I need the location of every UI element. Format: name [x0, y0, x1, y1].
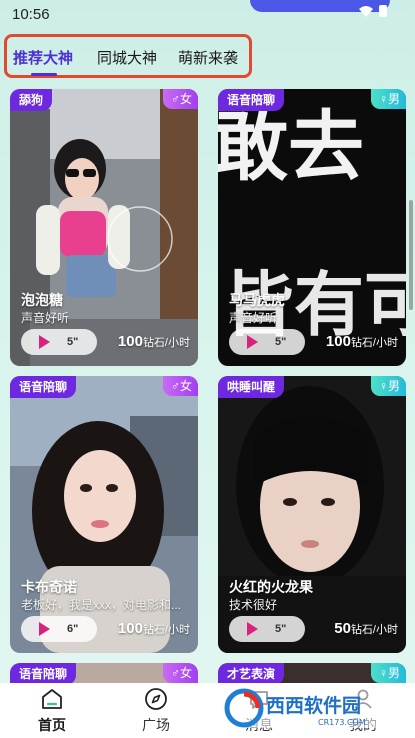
host-name: 马马虎虎: [229, 292, 285, 308]
tab-newcomers[interactable]: 萌新来袭: [178, 47, 238, 68]
gender-badge: ♂女: [162, 89, 198, 109]
gender-badge: ♀男: [370, 89, 406, 109]
host-name: 卡布奇诺: [21, 579, 77, 595]
category-tabs: 推荐大神 同城大神 萌新来袭: [4, 34, 252, 78]
watermark-logo: 西西软件园 CR173.COM: [222, 688, 398, 728]
play-icon: [247, 622, 258, 636]
gender-badge: ♀男: [370, 663, 406, 683]
home-icon: [42, 689, 62, 709]
gender-badge: ♂女: [162, 663, 198, 683]
gender-badge: ♀男: [370, 376, 406, 396]
play-icon: [39, 335, 50, 349]
price: 100钻石/小时: [118, 333, 190, 351]
host-description: 声音好听: [229, 311, 278, 325]
price: 100钻石/小时: [326, 333, 398, 351]
compass-icon: [145, 688, 167, 710]
host-name: 泡泡糖: [21, 292, 63, 308]
nav-label: 广场: [142, 717, 170, 733]
nav-square[interactable]: 广场: [126, 683, 186, 738]
watermark-domain: CR173.COM: [318, 718, 366, 727]
watermark-brand: 西西软件园: [266, 694, 361, 717]
wifi-icon: [359, 5, 373, 17]
poster-text: 敢去: [218, 102, 364, 191]
voice-preview-button[interactable]: 5": [229, 329, 305, 355]
category-tag: 语音陪聊: [10, 663, 77, 683]
price-unit: 钻石/小时: [350, 337, 398, 349]
voice-preview-button[interactable]: 5": [229, 616, 305, 642]
price: 50钻石/小时: [334, 620, 398, 638]
nav-label: 首页: [38, 717, 66, 733]
host-card[interactable]: 才艺表演 ♀男: [218, 663, 406, 683]
tab-underline: [31, 73, 57, 76]
nav-home[interactable]: 首页: [22, 683, 82, 738]
category-tag: 舔狗: [10, 89, 53, 111]
host-description: 老板好，我是xxx，对电影和...: [21, 598, 182, 612]
price-value: 50: [334, 620, 351, 637]
price-value: 100: [117, 333, 143, 350]
voice-preview-button[interactable]: 5": [21, 329, 97, 355]
host-card[interactable]: 哄睡叫醒 ♀男 火红的火龙果 技术很好 5" 50钻石/小时: [218, 376, 406, 653]
status-icons: [359, 5, 387, 17]
category-tag: 才艺表演: [218, 663, 285, 683]
host-card[interactable]: 敢去 皆有可 语音陪聊 ♀男 马马虎虎 声音好听 5" 100钻石/小时: [218, 89, 406, 366]
host-description: 声音好听: [21, 311, 70, 325]
voice-duration: 5": [67, 336, 79, 348]
play-icon: [39, 622, 50, 636]
gender-badge: ♂女: [162, 376, 198, 396]
price-unit: 钻石/小时: [350, 624, 398, 636]
price-unit: 钻石/小时: [142, 337, 190, 349]
scrollbar[interactable]: [409, 200, 413, 310]
tab-same-city[interactable]: 同城大神: [97, 47, 157, 68]
voice-duration: 5": [275, 623, 287, 635]
price-unit: 钻石/小时: [142, 624, 190, 636]
voice-duration: 5": [275, 336, 287, 348]
tab-recommended[interactable]: 推荐大神: [13, 47, 73, 68]
category-tag: 语音陪聊: [10, 376, 77, 398]
battery-icon: [379, 5, 387, 17]
category-tag: 哄睡叫醒: [218, 376, 285, 398]
host-card[interactable]: 舔狗 ♂女 泡泡糖 声音好听 5" 100钻石/小时: [10, 89, 198, 366]
status-time: 10:56: [12, 6, 50, 23]
play-icon: [247, 335, 258, 349]
price-value: 100: [325, 333, 351, 350]
host-name: 火红的火龙果: [229, 579, 313, 595]
category-tag: 语音陪聊: [218, 89, 285, 111]
voice-duration: 6": [67, 623, 79, 635]
price-value: 100: [117, 620, 143, 637]
host-description: 技术很好: [229, 598, 278, 612]
status-bar: 10:56: [0, 0, 415, 30]
host-card[interactable]: 语音陪聊 ♂女: [10, 663, 198, 683]
price: 100钻石/小时: [118, 620, 190, 638]
host-card[interactable]: 语音陪聊 ♂女 卡布奇诺 老板好，我是xxx，对电影和... 6" 100钻石/…: [10, 376, 198, 653]
voice-preview-button[interactable]: 6": [21, 616, 97, 642]
